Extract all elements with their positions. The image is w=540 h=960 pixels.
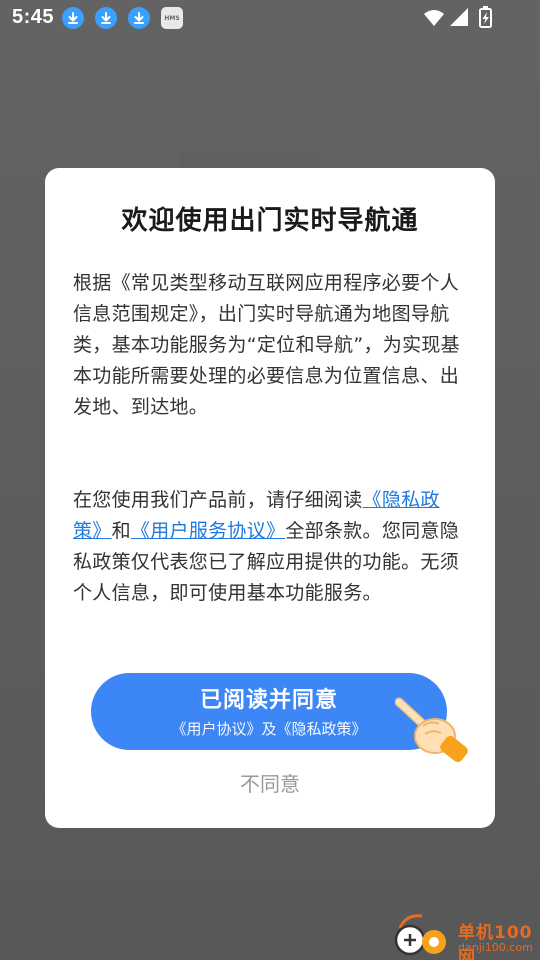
- signal-icon: [450, 8, 468, 26]
- decline-button[interactable]: 不同意: [45, 768, 495, 797]
- consent-text-part1: 在您使用我们产品前，请仔细阅读: [73, 489, 363, 511]
- agree-button[interactable]: 已阅读并同意 《用户协议》及《隐私政策》: [91, 673, 447, 750]
- dialog-paragraph-info: 根据《常见类型移动互联网应用程序必要个人信息范围规定》，出门实时导航通为地图导航…: [73, 272, 460, 418]
- user-agreement-link[interactable]: 《用户服务协议》: [131, 520, 285, 542]
- dialog-paragraph-consent: 在您使用我们产品前，请仔细阅读《隐私政策》和《用户服务协议》全部条款。您同意隐私…: [73, 485, 463, 609]
- wifi-icon: [424, 10, 444, 26]
- consent-text-part2: 和: [111, 520, 131, 542]
- status-right-icons: [424, 6, 492, 28]
- status-bar: 5:45 HMS: [0, 0, 540, 36]
- status-time: 5:45: [12, 6, 55, 28]
- dialog-title: 欢迎使用出门实时导航通: [121, 206, 419, 236]
- agree-button-sublabel: 《用户协议》及《隐私政策》: [171, 720, 367, 738]
- battery-charging-icon: [479, 6, 492, 28]
- pointing-hand-icon: [395, 697, 468, 763]
- watermark: 单机100网 danji100.com: [390, 912, 540, 960]
- download-icon: [128, 7, 150, 29]
- watermark-url: danji100.com: [458, 941, 533, 954]
- agree-button-label: 已阅读并同意: [199, 688, 338, 713]
- hms-icon: HMS: [161, 7, 183, 29]
- watermark-logo-icon: [394, 914, 446, 956]
- download-icon: [95, 7, 117, 29]
- download-icon: [62, 7, 84, 29]
- privacy-dialog: 欢迎使用出门实时导航通 根据《常见类型移动互联网应用程序必要个人信息范围规定》，…: [45, 168, 495, 828]
